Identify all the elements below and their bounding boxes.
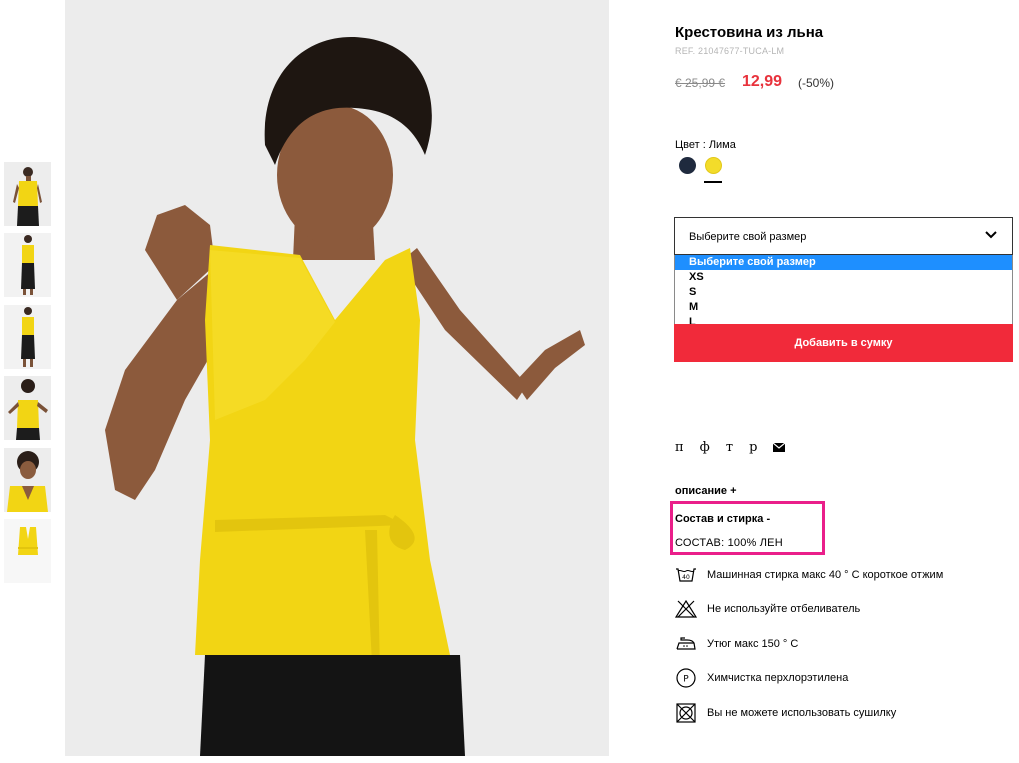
care-item: Вы не можете использовать сушилку xyxy=(675,702,896,724)
care-text: Машинная стирка макс 40 ° C короткое отж… xyxy=(707,569,944,581)
description-toggle[interactable]: описание + xyxy=(675,485,737,497)
product-thumbnail-3[interactable] xyxy=(4,305,51,369)
care-item: Не используйте отбеливатель xyxy=(675,598,860,620)
product-thumbnail-5[interactable] xyxy=(4,448,51,512)
wash-40-icon: 40 xyxy=(675,564,697,586)
svg-text:P: P xyxy=(683,675,689,685)
care-item: 40 Машинная стирка макс 40 ° C короткое … xyxy=(675,564,943,586)
care-text: Химчистка перхлорэтилена xyxy=(707,672,849,684)
twitter-icon[interactable]: т xyxy=(726,440,733,455)
care-item: P Химчистка перхлорэтилена xyxy=(675,667,848,689)
envelope-icon[interactable] xyxy=(773,443,786,452)
pinterest-icon[interactable]: п xyxy=(675,440,684,455)
old-price: € 25,99 € xyxy=(675,76,726,90)
model-photo xyxy=(65,0,609,756)
composition-value: СОСТАВ: 100% ЛЕН xyxy=(675,537,783,549)
color-swatch-navy[interactable] xyxy=(679,157,696,174)
no-tumble-dry-icon xyxy=(675,702,697,724)
chevron-down-icon xyxy=(984,228,998,247)
add-to-bag-button[interactable]: Добавить в сумку xyxy=(674,324,1013,362)
size-option-placeholder[interactable]: Выберите свой размер xyxy=(675,255,1012,270)
iron-150-icon xyxy=(675,633,697,655)
size-option-xs[interactable]: XS xyxy=(675,270,1012,285)
product-title: Крестовина из льна xyxy=(675,24,824,41)
product-thumbnail-4[interactable] xyxy=(4,376,51,440)
thumbnail-image xyxy=(4,376,51,440)
care-text: Утюг макс 150 ° C xyxy=(707,638,799,650)
pinterest-alt-icon[interactable]: р xyxy=(749,440,757,455)
product-reference: REF. 21047677-TUCA-LM xyxy=(675,46,785,56)
color-swatch-lime[interactable] xyxy=(705,157,722,174)
composition-toggle[interactable]: Состав и стирка - xyxy=(675,513,770,525)
share-icons: п ф т р xyxy=(675,440,786,455)
size-select[interactable]: Выберите свой размер xyxy=(674,217,1013,255)
svg-text:40: 40 xyxy=(682,574,690,581)
care-text: Вы не можете использовать сушилку xyxy=(707,707,897,719)
product-thumbnail-6[interactable] xyxy=(4,519,51,583)
facebook-icon[interactable]: ф xyxy=(700,440,710,455)
thumbnail-image xyxy=(4,519,51,583)
size-option-s[interactable]: S xyxy=(675,285,1012,300)
thumbnail-image xyxy=(4,448,51,512)
product-main-image xyxy=(65,0,609,756)
color-label: Цвет : Лима xyxy=(675,139,736,151)
thumbnail-image xyxy=(4,233,51,297)
selected-swatch-indicator xyxy=(704,181,722,183)
size-dropdown-list: Выберите свой размер XS S M L xyxy=(674,255,1013,330)
discount-badge: (-50%) xyxy=(798,76,835,90)
product-thumbnail-2[interactable] xyxy=(4,233,51,297)
no-bleach-icon xyxy=(675,598,697,620)
product-thumbnail-1[interactable] xyxy=(4,162,51,226)
dry-clean-p-icon: P xyxy=(675,667,697,689)
thumbnail-image xyxy=(4,162,51,226)
care-text: Не используйте отбеливатель xyxy=(707,603,861,615)
sale-price: 12,99 xyxy=(742,73,783,90)
care-item: Утюг макс 150 ° C xyxy=(675,633,798,655)
size-option-m[interactable]: M xyxy=(675,300,1012,315)
size-select-value: Выберите свой размер xyxy=(689,231,807,243)
thumbnail-image xyxy=(4,305,51,369)
